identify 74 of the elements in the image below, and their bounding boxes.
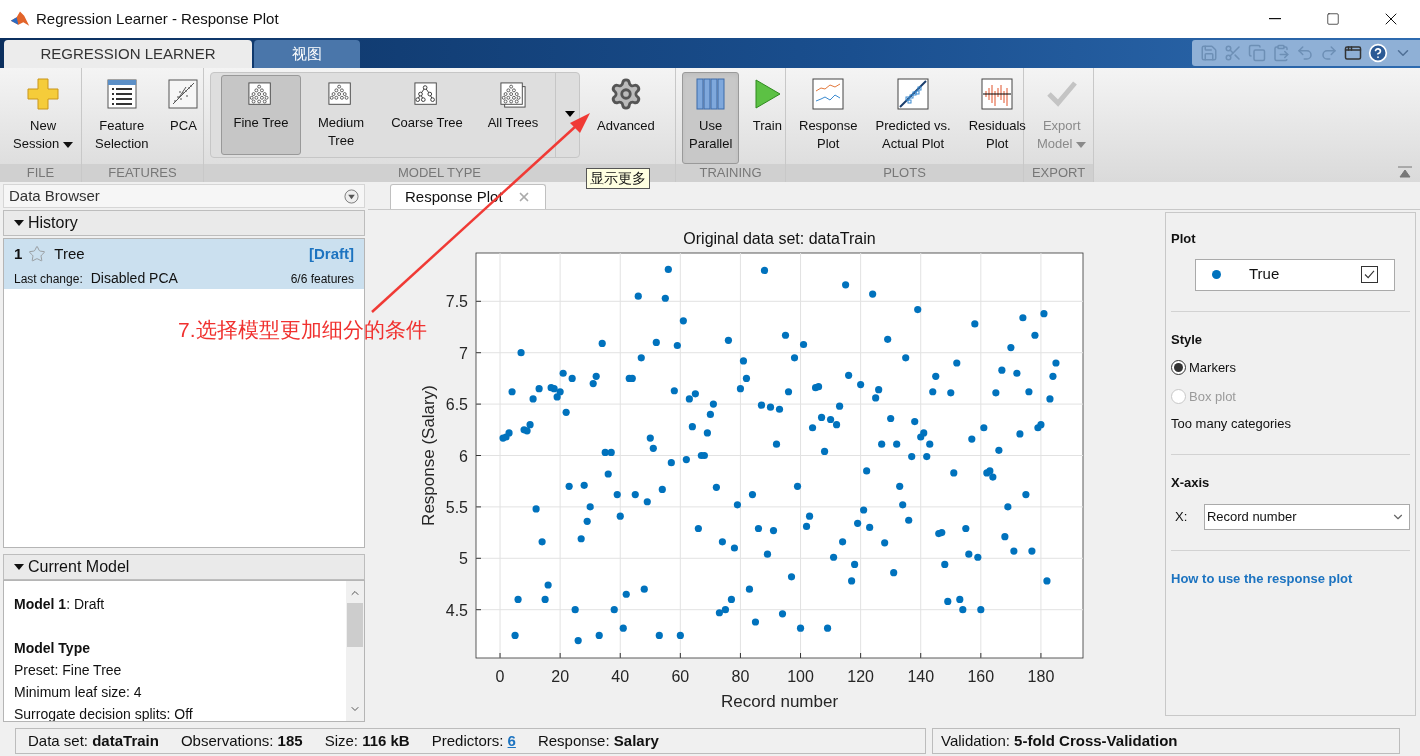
model-number: 1 — [14, 244, 23, 264]
status-item: Response: Salary — [537, 730, 659, 751]
field-label: X: — [1175, 508, 1189, 527]
ribbon-tab[interactable]: REGRESSION LEARNER — [4, 40, 252, 68]
model-status: [Draft] — [309, 244, 354, 264]
ribbon-button[interactable]: PCA — [159, 72, 208, 164]
tick-label: 60 — [671, 668, 690, 685]
radio-option[interactable]: Markers — [1171, 358, 1410, 378]
tick-label: 20 — [551, 668, 570, 685]
ribbon-group-label: FEATURES — [82, 164, 203, 182]
tick-label: 6 — [459, 447, 468, 465]
status-item: Predictors: 6 — [431, 730, 516, 751]
status-item: Data set: dataTrain — [28, 730, 159, 751]
status-item: Observations: 185 — [180, 730, 303, 751]
tick-label: 100 — [787, 668, 814, 685]
predictors-link[interactable]: 6 — [507, 731, 516, 749]
last-change-value: Disabled PCA — [90, 268, 178, 288]
summary-heading: Model Type — [14, 639, 91, 658]
ribbon-button[interactable]: Use Parallel — [682, 72, 740, 164]
ribbon-button[interactable]: New Session — [6, 72, 81, 164]
summary-line: Model 1: Draft — [14, 595, 106, 614]
model-name: Tree — [54, 244, 85, 264]
gallery-item[interactable]: All Trees — [473, 75, 553, 155]
tick-label: 0 — [495, 668, 505, 685]
gallery-item[interactable]: Coarse Tree — [381, 75, 473, 155]
help-link[interactable]: How to use the response plot — [1171, 569, 1410, 589]
ribbon-group-label: TRAINING — [676, 164, 785, 182]
last-change-label: Last change: — [14, 270, 83, 288]
tick-label: 120 — [847, 668, 874, 685]
gallery-item[interactable]: Medium Tree — [301, 75, 381, 155]
tick-label: 7 — [459, 344, 468, 362]
section-title: X-axis — [1171, 473, 1211, 492]
ribbon-tab[interactable]: 视图 — [254, 40, 360, 68]
axis-title: Record number — [720, 692, 839, 711]
ribbon-button[interactable]: Advanced — [590, 72, 662, 164]
summary-line: Preset: Fine Tree — [14, 661, 123, 680]
ribbon-button[interactable]: Predicted vs. Actual Plot — [868, 72, 958, 164]
section-title: Plot — [1171, 230, 1197, 248]
section-title: Style — [1171, 330, 1204, 349]
status-item: Size: 116 kB — [324, 730, 410, 751]
tick-label: 6.5 — [445, 396, 468, 414]
hint-text: Too many categories — [1171, 415, 1292, 433]
tick-label: 180 — [1027, 668, 1055, 685]
window-title: Regression Learner - Response Plot — [36, 8, 279, 29]
ribbon-button[interactable]: Residuals Plot — [961, 72, 1033, 164]
section-header[interactable]: History — [3, 210, 365, 236]
tick-label: 160 — [967, 668, 995, 685]
ribbon-button[interactable]: Feature Selection — [88, 72, 156, 164]
model-row[interactable]: 1 Tree [Draft] Last change: Disabled PCA 6/6 features — [4, 239, 364, 289]
tick-label: 7.5 — [445, 293, 468, 311]
axis-title: Response (Salary) — [419, 385, 438, 526]
tick-label: 4.5 — [445, 601, 468, 619]
gallery-item[interactable]: Fine Tree — [221, 75, 301, 155]
summary-line: Minimum leaf size: 4 — [14, 683, 143, 702]
chart-title: Original data set: dataTrain — [683, 230, 876, 247]
x-axis-dropdown[interactable]: Record number — [1203, 504, 1410, 530]
tick-label: 80 — [731, 668, 750, 685]
tick-label: 40 — [611, 668, 630, 685]
annotation-text: 7.选择模型更加细分的条件 — [178, 317, 427, 343]
tick-label: 140 — [907, 668, 935, 685]
feature-count: 6/6 features — [290, 270, 354, 288]
summary-line: Surrogate decision splits: Off — [14, 705, 194, 721]
ribbon-group-label: EXPORT — [1024, 164, 1093, 182]
ribbon-button[interactable]: Response Plot — [792, 72, 865, 164]
ribbon-button[interactable]: Train — [743, 72, 792, 164]
tick-label: 5 — [459, 550, 468, 568]
ribbon-group-label: FILE — [0, 164, 81, 182]
panel-title: Data Browser — [9, 185, 100, 206]
validation-status: Validation: 5-fold Cross-Validation — [932, 728, 1400, 754]
section-header[interactable]: Current Model — [3, 554, 365, 580]
ribbon-group-label: PLOTS — [786, 164, 1023, 182]
tooltip: 显示更多 — [586, 168, 650, 189]
tick-label: 5.5 — [445, 498, 468, 516]
legend-label: True — [1249, 264, 1280, 285]
